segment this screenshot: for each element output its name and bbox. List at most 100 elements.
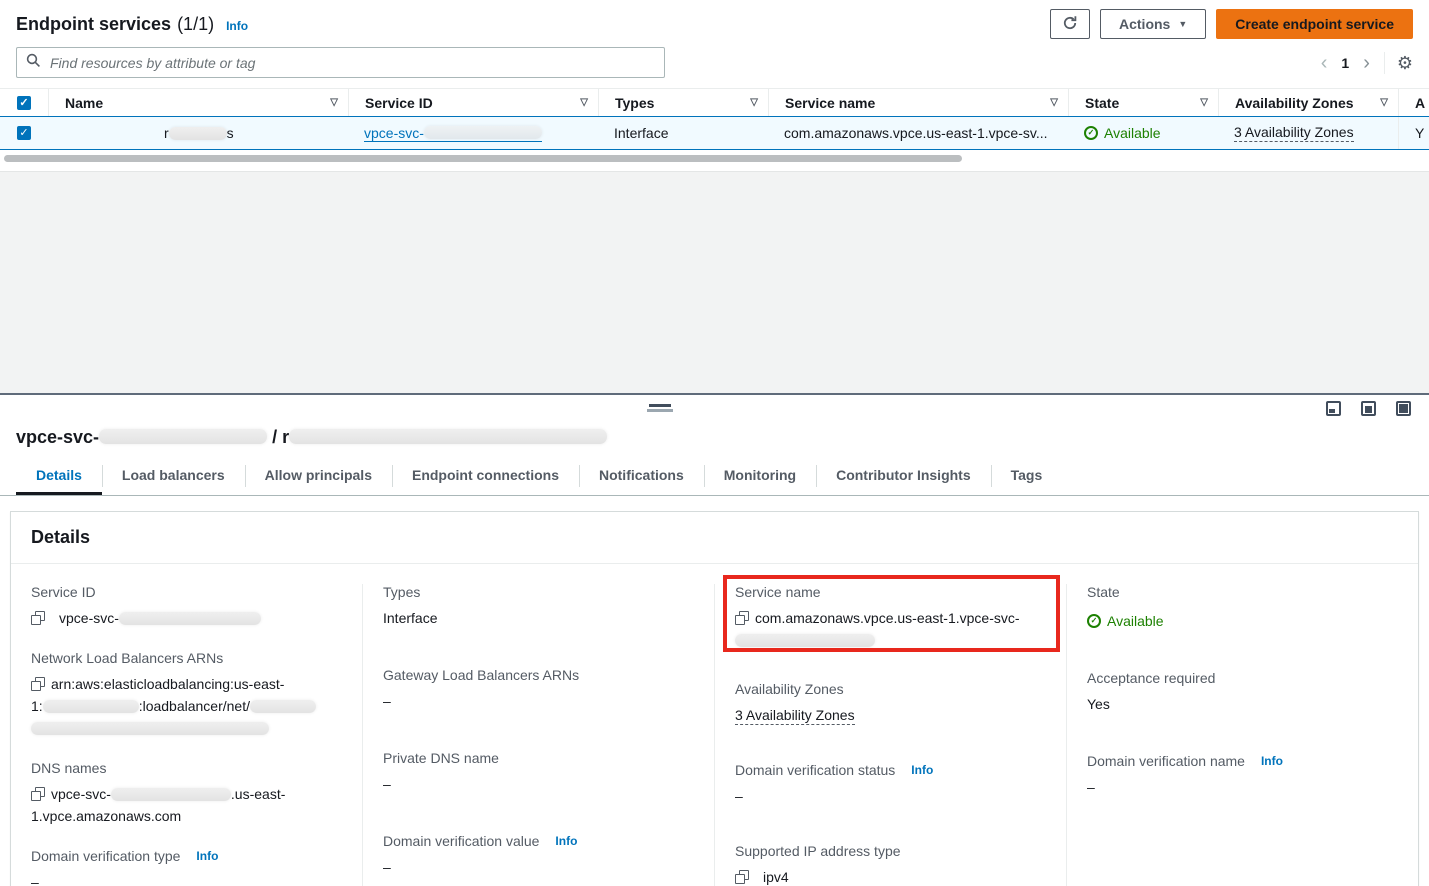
details-card-heading: Details <box>11 512 1418 564</box>
next-page-button[interactable]: › <box>1361 53 1372 73</box>
row-name-cell: rs <box>48 117 348 149</box>
column-header-service-id-label: Service ID <box>365 95 433 111</box>
field-service-id: Service ID vpce-svc- <box>31 584 342 629</box>
copy-icon[interactable] <box>735 611 749 625</box>
column-header-acceptance-label: A <box>1415 95 1425 111</box>
field-nlb-arns: Network Load Balancers ARNs arn:aws:elas… <box>31 650 342 739</box>
horizontal-scrollbar-thumb[interactable] <box>4 155 962 162</box>
info-link[interactable]: Info <box>1261 754 1283 768</box>
row-service-id-cell: vpce-svc- <box>348 117 598 149</box>
panel-size-full-icon[interactable] <box>1396 401 1411 416</box>
nlb-arn-value: arn:aws:elasticloadbalancing:us-east- 1:… <box>31 673 342 739</box>
info-link[interactable]: Info <box>196 849 218 863</box>
panel-title: vpce-svc- / r <box>0 423 1429 460</box>
field-label: Gateway Load Balancers ARNs <box>383 667 694 683</box>
tab-endpoint-connections[interactable]: Endpoint connections <box>392 460 579 495</box>
filter-caret-icon[interactable]: ▽ <box>1380 97 1388 108</box>
field-types: Types Interface <box>383 584 694 629</box>
page-header: Endpoint services (1/1) Info Actions ▼ C… <box>0 0 1429 43</box>
current-page-number: 1 <box>1341 55 1349 71</box>
table-section: Endpoint services (1/1) Info Actions ▼ C… <box>0 0 1429 393</box>
filter-caret-icon[interactable]: ▽ <box>330 97 338 108</box>
pagination: ‹ 1 › ⚙ <box>1319 52 1413 74</box>
info-link[interactable]: Info <box>555 834 577 848</box>
field-label: Availability Zones <box>735 681 1046 697</box>
resource-count: (1/1) <box>177 14 214 35</box>
panel-resize-handle[interactable] <box>649 404 671 412</box>
availability-zones-popover-link[interactable]: 3 Availability Zones <box>1234 124 1354 142</box>
column-header-name-label: Name <box>65 95 103 111</box>
actions-button-label: Actions <box>1119 16 1170 32</box>
horizontal-scrollbar <box>0 150 1429 166</box>
field-label: Supported IP address type <box>735 843 1046 859</box>
column-header-service-name: Service name ▽ <box>768 89 1068 116</box>
filter-caret-icon[interactable]: ▽ <box>750 97 758 108</box>
chevron-down-icon: ▼ <box>1178 19 1187 29</box>
dns-names-value: vpce-svc-.us-east- 1.vpce.amazonaws.com <box>31 783 342 827</box>
column-header-acceptance-truncated: A <box>1398 89 1429 116</box>
field-value: – <box>31 871 342 886</box>
copy-icon[interactable] <box>31 787 45 801</box>
actions-button[interactable]: Actions ▼ <box>1100 9 1206 39</box>
filter-caret-icon[interactable]: ▽ <box>580 97 588 108</box>
tab-tags[interactable]: Tags <box>991 460 1063 495</box>
field-label: Network Load Balancers ARNs <box>31 650 342 666</box>
search-icon <box>26 53 41 73</box>
copy-icon[interactable] <box>735 870 749 884</box>
row-acceptance-cell: Y <box>1398 117 1429 149</box>
tab-details[interactable]: Details <box>16 460 102 495</box>
field-availability-zones: Availability Zones 3 Availability Zones <box>735 681 1046 726</box>
details-card: Details Service ID vpce-svc- Network Loa… <box>10 511 1419 886</box>
table-header-row: ✓ Name ▽ Service ID ▽ Types ▽ Service na… <box>0 88 1429 117</box>
row-types-cell: Interface <box>598 117 768 149</box>
copy-icon[interactable] <box>31 677 45 691</box>
header-actions: Actions ▼ Create endpoint service <box>1050 9 1413 39</box>
field-label: Service name <box>735 584 1046 600</box>
filter-caret-icon[interactable]: ▽ <box>1200 97 1208 108</box>
page-title: Endpoint services <box>16 14 171 35</box>
table-settings-gear-icon[interactable]: ⚙ <box>1397 54 1413 72</box>
copy-icon[interactable] <box>31 611 45 625</box>
create-endpoint-service-button[interactable]: Create endpoint service <box>1216 9 1413 39</box>
toolbar: ‹ 1 › ⚙ <box>0 43 1429 88</box>
field-label: Private DNS name <box>383 750 694 766</box>
details-card-body: Service ID vpce-svc- Network Load Balanc… <box>11 564 1418 886</box>
field-value: – <box>383 690 694 712</box>
search-input[interactable] <box>48 54 655 72</box>
field-domain-verification-value: Domain verification value Info – <box>383 833 694 878</box>
field-value: – <box>383 856 694 878</box>
tab-allow-principals[interactable]: Allow principals <box>245 460 392 495</box>
refresh-button[interactable] <box>1050 9 1090 39</box>
tab-monitoring[interactable]: Monitoring <box>704 460 816 495</box>
row-service-name-cell: com.amazonaws.vpce.us-east-1.vpce-sv... <box>768 117 1068 149</box>
service-id-link[interactable]: vpce-svc- <box>364 125 542 142</box>
column-header-service-id: Service ID ▽ <box>348 89 598 116</box>
search-box[interactable] <box>16 47 665 78</box>
panel-controls <box>0 395 1429 423</box>
field-domain-verification-name: Domain verification name Info – <box>1087 753 1398 798</box>
panel-size-half-icon[interactable] <box>1361 401 1376 416</box>
field-acceptance-required: Acceptance required Yes <box>1087 670 1398 715</box>
field-domain-verification-type: Domain verification type Info – <box>31 848 342 886</box>
row-checkbox-cell: ✓ <box>0 117 48 149</box>
info-link[interactable]: Info <box>911 763 933 777</box>
details-column-4: State ✓ Available Acceptance required Ye… <box>1066 584 1418 886</box>
select-all-checkbox[interactable]: ✓ <box>17 96 31 110</box>
field-value: Yes <box>1087 693 1398 715</box>
refresh-icon <box>1062 15 1078 34</box>
field-label: Service ID <box>31 584 342 600</box>
field-domain-verification-status: Domain verification status Info – <box>735 762 1046 807</box>
header-info-link[interactable]: Info <box>226 19 248 33</box>
service-name-value: com.amazonaws.vpce.us-east-1.vpce-svc- <box>735 607 1046 651</box>
panel-size-small-icon[interactable] <box>1326 401 1341 416</box>
tab-load-balancers[interactable]: Load balancers <box>102 460 245 495</box>
previous-page-button[interactable]: ‹ <box>1319 53 1330 73</box>
tab-notifications[interactable]: Notifications <box>579 460 704 495</box>
tab-contributor-insights[interactable]: Contributor Insights <box>816 460 991 495</box>
availability-zones-popover-link[interactable]: 3 Availability Zones <box>735 707 855 725</box>
field-private-dns-name: Private DNS name – <box>383 750 694 795</box>
page-title-area: Endpoint services (1/1) Info <box>16 14 248 35</box>
filter-caret-icon[interactable]: ▽ <box>1050 97 1058 108</box>
status-badge: ✓ Available <box>1084 125 1161 141</box>
row-checkbox[interactable]: ✓ <box>17 126 31 140</box>
